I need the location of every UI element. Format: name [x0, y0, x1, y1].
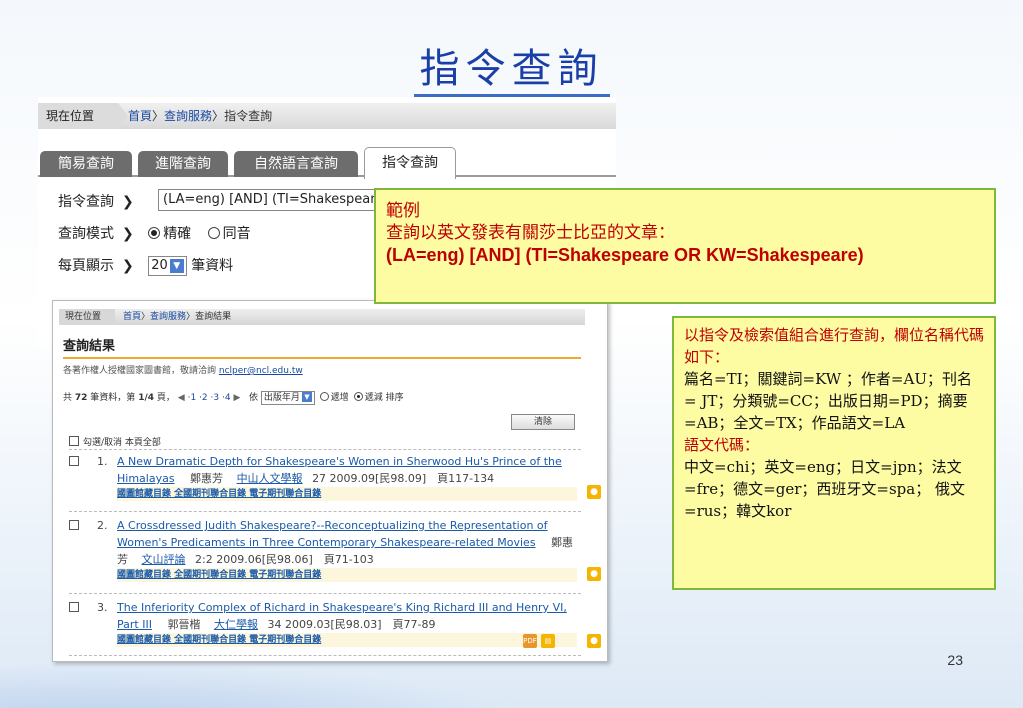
result-meta: 34 2009.03[民98.03] 頁77-89 — [267, 618, 436, 631]
magnifier-icon[interactable]: ● — [587, 485, 601, 499]
chevron-down-icon: ▼ — [301, 391, 312, 402]
lang-codes-list: 中文=chi；英文=eng；日文=jpn；法文=fre；德文=ger；西班牙文=… — [684, 458, 965, 520]
example-callout: 範例 查詢以英文發表有關莎士比亞的文章： (LA=eng) [AND] (TI=… — [374, 188, 996, 304]
tab-advanced-search[interactable]: 進階查詢 — [138, 151, 228, 177]
page-link-3[interactable]: 3 — [213, 393, 219, 403]
chevron-down-icon: ▼ — [169, 259, 184, 273]
per-page-select[interactable]: 20 ▼ — [148, 256, 187, 276]
divider — [69, 655, 581, 656]
result-meta: 27 2009.09[民98.09] 頁117-134 — [312, 472, 495, 485]
field-codes-list: 篇名=TI；關鍵詞=KW ；作者=AU；刊名= JT；分類號=CC；出版日期=P… — [684, 370, 972, 432]
example-heading: 範例 — [386, 201, 420, 221]
field-codes-intro: 以指令及檢索值組合進行查詢，欄位名稱代碼如下： — [684, 326, 985, 366]
result-author: 郭晉楷 — [167, 618, 201, 631]
sort-asc-radio[interactable] — [319, 392, 329, 401]
per-page-unit: 筆資料 — [191, 258, 234, 274]
result-checkbox[interactable] — [69, 456, 79, 466]
per-page-row: 每頁顯示 ❯ 20 ▼ 筆資料 — [58, 255, 233, 276]
select-all-checkbox[interactable] — [69, 436, 79, 446]
chevron-right-icon: ❯ — [122, 194, 134, 210]
page-number: 23 — [947, 652, 963, 668]
result-meta: 2:2 2009.06[民98.06] 頁71-103 — [195, 553, 374, 566]
divider — [69, 449, 581, 450]
mode-exact-label: 精確 — [163, 226, 192, 242]
holdings-links[interactable]: 國圖館藏目錄 全國期刊聯合目錄 電子期刊聯合目錄 — [117, 633, 577, 647]
result-journal-link[interactable]: 文山評論 — [142, 553, 186, 566]
select-all-row: 勾選/取消 本頁全部 — [69, 435, 161, 448]
results-breadcrumb: 現在位置 首頁〉查詢服務〉查詢結果 — [59, 309, 585, 325]
result-pager: 共 72 筆資料，第 1/4 頁， ◀ ·1 ·2 ·3 ·4 ▶ 依 出版年月… — [63, 390, 404, 405]
example-query: (LA=eng) [AND] (TI=Shakespeare OR KW=Sha… — [386, 245, 864, 265]
mode-exact-radio[interactable] — [148, 227, 161, 239]
tab-command-search[interactable]: 指令查詢 — [364, 147, 456, 179]
slide-title: 指令查詢 — [0, 36, 1023, 97]
page-link-1[interactable]: 1 — [190, 393, 196, 403]
copyright-notice: 各著作權人授權國家圖書館，敬請洽詢 nclper@ncl.edu.tw — [63, 366, 303, 376]
magnifier-icon[interactable]: ● — [587, 634, 601, 648]
result-title-link[interactable]: A Crossdressed Judith Shakespeare?--Reco… — [117, 519, 548, 549]
tab-simple-search[interactable]: 簡易查詢 — [40, 151, 132, 177]
chevron-right-icon: ❯ — [122, 226, 134, 242]
mode-homophone-label: 同音 — [222, 226, 251, 242]
breadcrumb: 現在位置 首頁〉查詢服務〉指令查詢 — [38, 103, 616, 129]
search-tabs: 簡易查詢 進階查詢 自然語言查詢 指令查詢 — [38, 147, 616, 179]
mode-homophone-radio[interactable] — [207, 227, 220, 239]
pdf-icon[interactable]: PDF — [523, 634, 537, 648]
email-link[interactable]: nclper@ncl.edu.tw — [219, 366, 303, 376]
page-link-2[interactable]: 2 — [202, 393, 208, 403]
mode-row: 查詢模式 ❯ 精確 同音 — [58, 223, 251, 243]
search-results-panel: 現在位置 首頁〉查詢服務〉查詢結果 查詢結果 各著作權人授權國家圖書館，敬請洽詢… — [52, 300, 608, 662]
divider — [69, 511, 581, 512]
result-author: 鄭惠芳 — [190, 472, 224, 485]
per-page-label: 每頁顯示 — [58, 258, 114, 274]
prev-page-icon[interactable]: ◀ — [178, 393, 185, 403]
results-breadcrumb-section-link[interactable]: 查詢服務 — [150, 312, 186, 322]
results-title: 查詢結果 — [63, 335, 581, 359]
command-row: 指令查詢 ❯ — [58, 191, 144, 211]
result-journal-link[interactable]: 大仁學報 — [214, 618, 258, 631]
breadcrumb-here: 現在位置 — [38, 103, 128, 129]
tab-natural-language-search[interactable]: 自然語言查詢 — [234, 151, 358, 177]
holdings-links[interactable]: 國圖館藏目錄 全國期刊聯合目錄 電子期刊聯合目錄 — [117, 568, 577, 582]
sort-field-select[interactable]: 出版年月 ▼ — [260, 390, 315, 405]
divider — [69, 593, 581, 594]
breadcrumb-current: 指令查詢 — [224, 109, 273, 123]
chevron-right-icon: ❯ — [122, 258, 134, 274]
result-checkbox[interactable] — [69, 520, 79, 530]
breadcrumb-section-link[interactable]: 查詢服務 — [164, 109, 212, 123]
clear-button[interactable]: 清除 — [511, 414, 575, 430]
holdings-links[interactable]: 國圖館藏目錄 全國期刊聯合目錄 電子期刊聯合目錄 — [117, 487, 577, 501]
command-label: 指令查詢 — [58, 194, 114, 210]
document-icon[interactable]: ▤ — [541, 634, 555, 648]
page-link-4[interactable]: 4 — [225, 393, 231, 403]
results-breadcrumb-home-link[interactable]: 首頁 — [123, 312, 141, 322]
next-page-icon[interactable]: ▶ — [234, 393, 241, 403]
result-journal-link[interactable]: 中山人文學報 — [237, 472, 303, 485]
sort-desc-radio[interactable] — [353, 392, 363, 401]
breadcrumb-home-link[interactable]: 首頁 — [128, 109, 152, 123]
magnifier-icon[interactable]: ● — [587, 567, 601, 581]
mode-label: 查詢模式 — [58, 226, 114, 242]
field-codes-callout: 以指令及檢索值組合進行查詢，欄位名稱代碼如下： 篇名=TI；關鍵詞=KW ；作者… — [672, 316, 996, 590]
result-checkbox[interactable] — [69, 602, 79, 612]
example-description: 查詢以英文發表有關莎士比亞的文章： — [386, 223, 675, 243]
result-count: 72 — [74, 393, 88, 403]
lang-codes-heading: 語文代碼： — [684, 436, 760, 454]
